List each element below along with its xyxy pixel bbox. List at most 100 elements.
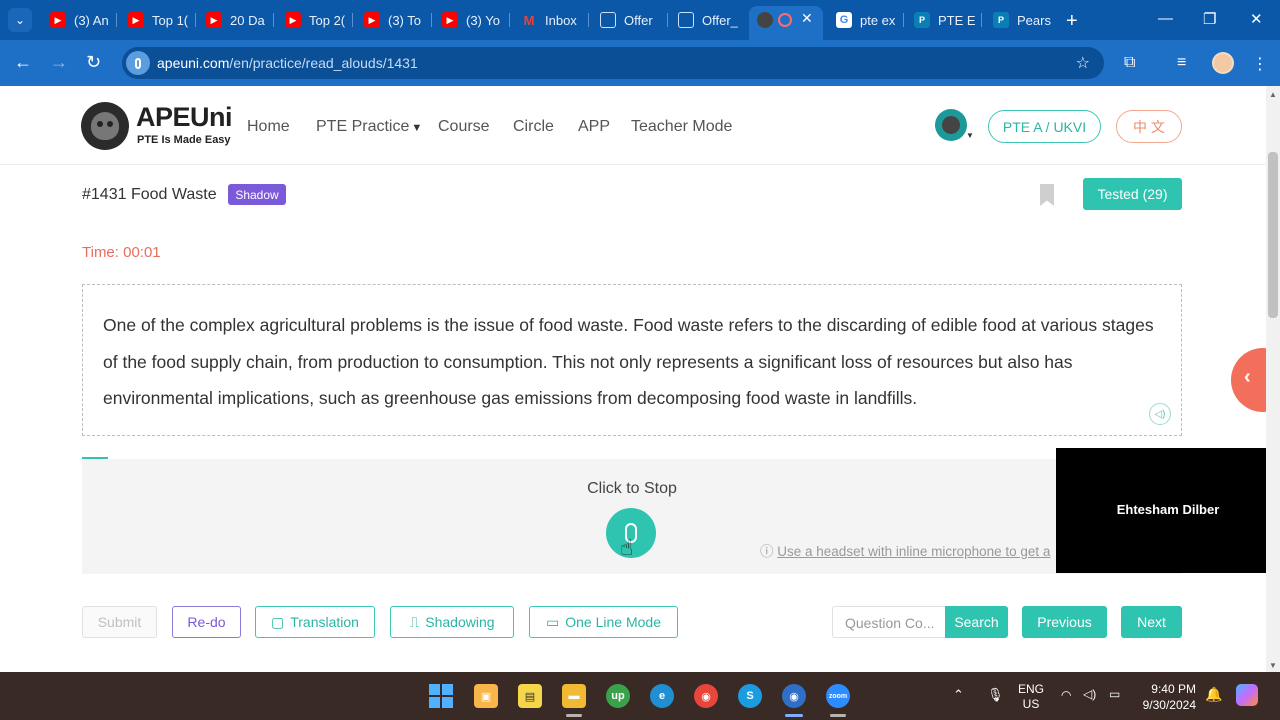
caret-down-icon: ▼ <box>411 122 423 134</box>
youtube-icon: ▶ <box>442 12 458 28</box>
apeuni-logo-icon[interactable] <box>81 102 129 150</box>
previous-button[interactable]: Previous <box>1022 606 1107 638</box>
volume-icon[interactable]: ◁) <box>1083 687 1096 701</box>
one-line-mode-button[interactable]: ▭ One Line Mode <box>529 606 678 638</box>
browser-tab[interactable]: ▶ 20 Da <box>198 6 270 34</box>
google-icon: G <box>836 12 852 28</box>
browser-tab[interactable]: ▶ (3) To <box>356 6 428 34</box>
hand-cursor-icon: ☝ <box>620 535 634 560</box>
language-button[interactable]: 中 文 <box>1116 110 1182 143</box>
youtube-icon: ▶ <box>364 12 380 28</box>
youtube-icon: ▶ <box>206 12 222 28</box>
headset-tip[interactable]: ⓘ Use a headset with inline microphone t… <box>760 540 1050 560</box>
nav-circle[interactable]: Circle <box>513 118 554 136</box>
windows-start-icon[interactable] <box>429 684 453 708</box>
browser-tab[interactable]: ▶ Top 1( <box>120 6 192 34</box>
pearson-icon: P <box>914 12 930 28</box>
page-scrollbar[interactable]: ▲ ▼ <box>1266 86 1280 672</box>
minimize-icon[interactable]: — <box>1158 10 1173 27</box>
exam-type-button[interactable]: PTE A / UKVI <box>988 110 1101 143</box>
upwork-icon[interactable]: up <box>606 684 630 708</box>
notification-bell-icon[interactable]: 🔔 <box>1205 686 1222 703</box>
browser-tab-bar: ⌄ ▶ (3) An ▶ Top 1( ▶ 20 Da ▶ Top 2( ▶ (… <box>0 0 1280 40</box>
file-explorer-icon[interactable]: ▬ <box>562 684 586 708</box>
browser-tab-active[interactable]: ✕ <box>749 6 823 40</box>
copilot-icon[interactable] <box>1236 684 1258 706</box>
media-control-icon[interactable]: ≡ <box>1177 54 1186 72</box>
close-tab-icon[interactable]: ✕ <box>801 10 813 27</box>
browser-tab[interactable]: ▶ (3) An <box>42 6 114 34</box>
translate-icon: ▢ <box>271 613 285 630</box>
wifi-icon[interactable]: ◠ <box>1061 688 1071 702</box>
skype-icon[interactable]: S <box>738 684 762 708</box>
nav-course[interactable]: Course <box>438 118 490 136</box>
site-header: APEUni PTE Is Made Easy Home PTE Practic… <box>0 86 1266 165</box>
extensions-icon[interactable]: ⧉ <box>1124 54 1135 72</box>
reload-icon[interactable]: ↻ <box>86 52 101 73</box>
show-hidden-icons-icon[interactable]: ⌃ <box>953 687 964 703</box>
bookmark-star-icon[interactable]: ☆ <box>1076 53 1090 73</box>
input-language[interactable]: ENG US <box>1018 682 1044 712</box>
caret-down-icon[interactable]: ▼ <box>966 131 974 140</box>
passage-box: One of the complex agricultural problems… <box>82 284 1182 436</box>
scroll-down-icon[interactable]: ▼ <box>1269 661 1277 670</box>
microphone-tray-icon[interactable]: 🎙 <box>987 687 1004 703</box>
youtube-icon: ▶ <box>285 12 301 28</box>
translation-button[interactable]: ▢ Translation <box>255 606 375 638</box>
browser-tab[interactable]: Offer_ <box>670 6 742 34</box>
browser-tab[interactable]: ▶ Top 2( <box>277 6 349 34</box>
question-code-input[interactable]: Question Co... <box>832 606 946 638</box>
browser-tab[interactable]: G pte ex <box>828 6 900 34</box>
back-icon[interactable]: ← <box>14 52 32 73</box>
chrome-profile-icon[interactable]: ◉ <box>782 684 806 708</box>
gmail-icon: M <box>523 12 535 28</box>
question-title: #1431 Food Waste <box>82 186 217 203</box>
windows-taskbar: ▣ ▤ ▬ up e ◉ S ◉ zoom ⌃ 🎙 ENG US ◠ ◁) ▭ … <box>0 672 1280 720</box>
forward-icon[interactable]: → <box>50 52 68 73</box>
clock[interactable]: 9:40 PM 9/30/2024 <box>1138 681 1196 713</box>
close-window-icon[interactable]: ✕ <box>1250 10 1263 28</box>
microphone-icon: ⎍ <box>409 613 420 630</box>
nav-pte-practice[interactable]: PTE Practice ▼ <box>316 118 422 136</box>
next-button[interactable]: Next <box>1121 606 1182 638</box>
speaker-icon[interactable]: ◁) <box>1149 403 1171 425</box>
browser-tab[interactable]: Offer <box>592 6 664 34</box>
browser-tab[interactable]: M Inbox <box>513 6 585 34</box>
profile-avatar[interactable] <box>1212 52 1234 74</box>
globe-icon <box>678 12 694 28</box>
youtube-icon: ▶ <box>50 12 66 28</box>
scrollbar-thumb[interactable] <box>1268 152 1278 318</box>
edge-icon[interactable]: e <box>650 684 674 708</box>
user-avatar[interactable] <box>935 109 967 141</box>
bookmark-icon[interactable] <box>1040 184 1054 206</box>
nav-app[interactable]: APP <box>578 118 610 136</box>
zoom-icon[interactable]: zoom <box>826 684 850 708</box>
nav-home[interactable]: Home <box>247 118 290 136</box>
browser-tab[interactable]: ▶ (3) Yo <box>434 6 506 34</box>
submit-button[interactable]: Submit <box>82 606 157 638</box>
scroll-up-icon[interactable]: ▲ <box>1269 90 1277 99</box>
sticky-notes-icon[interactable]: ▤ <box>518 684 542 708</box>
video-call-overlay[interactable]: Ehtesham Dilber <box>1056 448 1280 573</box>
new-tab-icon[interactable]: + <box>1066 10 1078 33</box>
youtube-icon: ▶ <box>128 12 144 28</box>
browser-tab[interactable]: P PTE E <box>906 6 978 34</box>
more-menu-icon[interactable]: ⋮ <box>1252 54 1268 74</box>
browser-tab[interactable]: P Pears <box>985 6 1057 34</box>
restore-icon[interactable]: ❐ <box>1203 10 1216 28</box>
tested-button[interactable]: Tested (29) <box>1083 178 1182 210</box>
logo-title[interactable]: APEUni <box>136 102 233 133</box>
url-text[interactable]: apeuni.com/en/practice/read_alouds/1431 <box>157 55 418 71</box>
shadowing-button[interactable]: ⎍ Shadowing <box>390 606 514 638</box>
tab-search-button[interactable]: ⌄ <box>8 8 32 32</box>
microphone-icon[interactable] <box>126 51 150 75</box>
chrome-icon[interactable]: ◉ <box>694 684 718 708</box>
timer: Time: 00:01 <box>82 244 161 261</box>
nav-teacher-mode[interactable]: Teacher Mode <box>631 118 732 136</box>
redo-button[interactable]: Re-do <box>172 606 241 638</box>
store-icon[interactable]: ▣ <box>474 684 498 708</box>
address-bar[interactable]: apeuni.com/en/practice/read_alouds/1431 … <box>122 47 1104 79</box>
battery-icon[interactable]: ▭ <box>1109 687 1120 701</box>
search-button[interactable]: Search <box>945 606 1008 638</box>
logo-subtitle: PTE Is Made Easy <box>137 134 231 146</box>
